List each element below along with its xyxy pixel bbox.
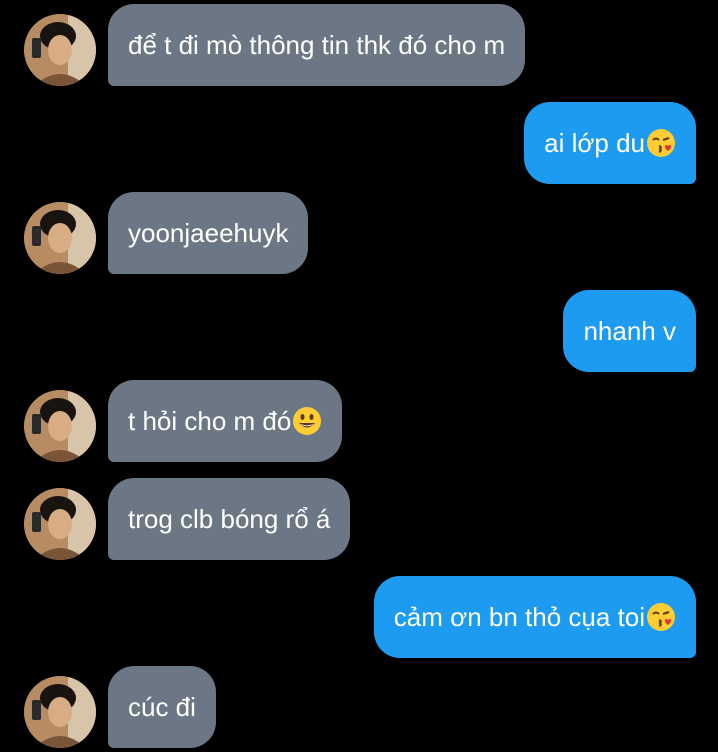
kissing-face-icon	[646, 602, 676, 632]
message-text: t hỏi cho m đó	[128, 405, 292, 436]
message-row: ai lớp du	[0, 102, 718, 184]
outgoing-message-bubble[interactable]: cảm ơn bn thỏ cụa toi	[373, 576, 696, 658]
incoming-message-bubble[interactable]: yoonjaeehuyk	[108, 192, 309, 274]
message-row: nhanh v	[0, 290, 718, 372]
message-text: yoonjaeehuyk	[128, 217, 289, 248]
message-row: cúc đi	[0, 666, 718, 748]
incoming-message-bubble[interactable]: cúc đi	[108, 666, 216, 748]
avatar[interactable]	[24, 390, 96, 462]
avatar[interactable]	[24, 202, 96, 274]
outgoing-message-bubble[interactable]: ai lớp du	[524, 102, 696, 184]
message-row: yoonjaeehuyk	[0, 192, 718, 274]
message-text: trog clb bóng rổ á	[128, 503, 331, 534]
message-row: trog clb bóng rổ á	[0, 478, 718, 560]
avatar[interactable]	[24, 488, 96, 560]
avatar-photo	[24, 14, 96, 86]
smiling-face-icon	[292, 406, 322, 436]
avatar-photo	[24, 488, 96, 560]
incoming-message-bubble[interactable]: t hỏi cho m đó	[108, 380, 343, 462]
message-text: cúc đi	[128, 691, 196, 722]
incoming-message-bubble[interactable]: để t đi mò thông tin thk đó cho m	[108, 4, 526, 86]
message-row: cảm ơn bn thỏ cụa toi	[0, 576, 718, 658]
message-text: để t đi mò thông tin thk đó cho m	[128, 29, 506, 60]
avatar[interactable]	[24, 14, 96, 86]
kissing-face-icon	[646, 128, 676, 158]
message-row: t hỏi cho m đó	[0, 380, 718, 462]
message-text: cảm ơn bn thỏ cụa toi	[393, 601, 645, 632]
avatar-photo	[24, 390, 96, 462]
message-text: nhanh v	[583, 315, 676, 346]
avatar[interactable]	[24, 676, 96, 748]
avatar-photo	[24, 676, 96, 748]
incoming-message-bubble[interactable]: trog clb bóng rổ á	[108, 478, 351, 560]
avatar-photo	[24, 202, 96, 274]
outgoing-message-bubble[interactable]: nhanh v	[563, 290, 696, 372]
message-row: để t đi mò thông tin thk đó cho m	[0, 4, 718, 86]
message-text: ai lớp du	[544, 127, 645, 158]
